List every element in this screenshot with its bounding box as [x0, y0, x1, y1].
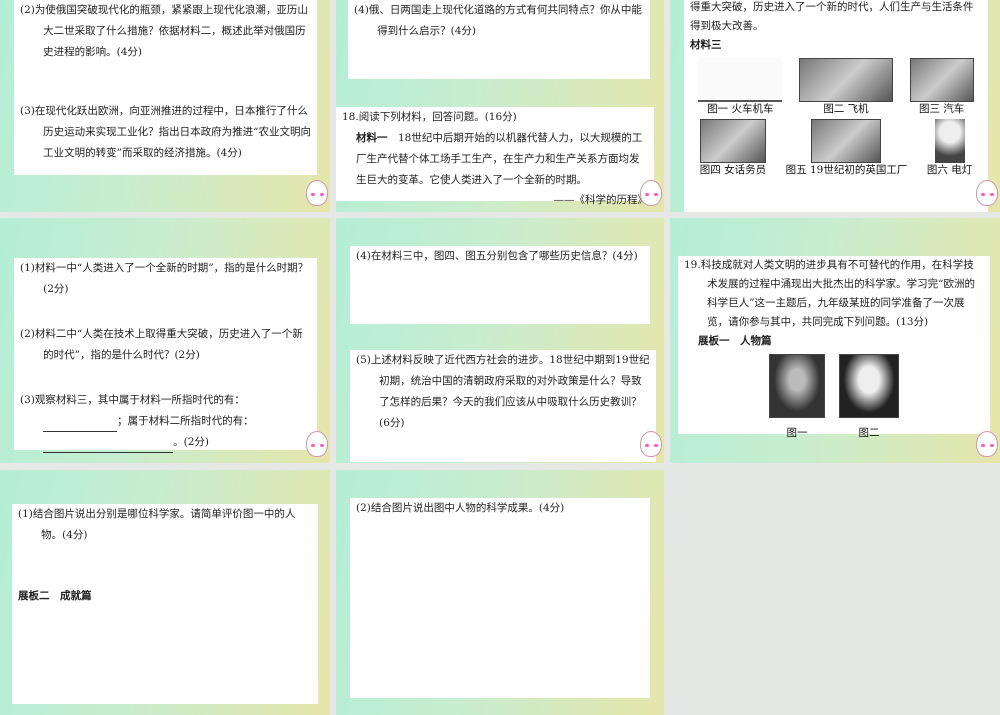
slide-thumbnail-7[interactable]: (1)结合图片说出分别是哪位科学家。请简单评价图一中的人物。(4分) 展板二 成…: [0, 470, 330, 715]
portrait-darwin-image: [839, 354, 899, 418]
material-3-label: 材料三: [690, 39, 722, 51]
slide-thumbnail-3[interactable]: 得重大突破，历史进入了一个新的时代，人们生产与生活条件得到极大改善。 材料三 图…: [670, 0, 1000, 212]
figure-caption: 图二: [858, 427, 880, 439]
question-3-part-b: ；属于材料二所指时代的有：: [117, 415, 254, 427]
airplane-image: [798, 58, 893, 102]
material-box: 得重大突破，历史进入了一个新的时代，人们生产与生活条件得到极大改善。 材料三 图…: [684, 0, 988, 212]
question-2: (2)结合图片说出图中人物的科学成果。(4分): [356, 502, 565, 514]
answer-blank[interactable]: [43, 441, 174, 453]
factory-image: [811, 119, 882, 163]
slide-thumbnail-8[interactable]: (2)结合图片说出图中人物的科学成果。(4分): [336, 470, 664, 715]
question-box: (4)俄、日两国走上现代化道路的方式有何共同特点？你从中能得到什么启示？(4分): [348, 0, 650, 79]
material-1-text: 18世纪中后期开始的以机器代替人力，以大规模的工厂生产代替个体工场手工生产，在生…: [356, 132, 643, 186]
question-box: (1)结合图片说出分别是哪位科学家。请简单评价图一中的人物。(4分) 展板二 成…: [12, 504, 318, 704]
question-box: (5)上述材料反映了近代西方社会的进步。18世纪中期到19世纪初期，统治中国的清…: [350, 350, 656, 462]
material-source: ——《科学的历程》: [553, 194, 649, 206]
slide-thumbnail-4[interactable]: (1)材料一中“人类进入了一个全新的时期”，指的是什么时期？(2分) (2)材料…: [0, 218, 330, 463]
portrait-newton-image: [769, 354, 825, 418]
figure-caption: 图五 19世纪初的英国工厂: [785, 164, 908, 176]
figure-caption: 图一 火车机车: [707, 103, 774, 115]
switchboard-operators-image: [699, 119, 766, 163]
question-box: (4)在材料三中，图四、图五分别包含了哪些历史信息？(4分): [350, 246, 650, 324]
slide-thumbnail-2[interactable]: (4)俄、日两国走上现代化道路的方式有何共同特点？你从中能得到什么启示？(4分)…: [336, 0, 664, 212]
question-1: (1)结合图片说出分别是哪位科学家。请简单评价图一中的人物。(4分): [18, 508, 296, 541]
question-box: (2)结合图片说出图中人物的科学成果。(4分): [350, 498, 650, 698]
question-19: 19.科技成就对人类文明的进步具有不可替代的作用，在科学技术发展的过程中涌现出大…: [684, 259, 975, 328]
board-1-heading: 展板一 人物篇: [698, 335, 772, 347]
question-5: (5)上述材料反映了近代西方社会的进步。18世纪中期到19世纪初期，统治中国的清…: [356, 354, 650, 429]
question-3: (3)在现代化跃出欧洲，向亚洲推进的过程中，日本推行了什么历史运动来实现工业化？…: [20, 105, 311, 159]
slide-thumbnail-1[interactable]: (2)为使俄国突破现代化的瓶颈，紧紧跟上现代化浪潮，亚历山大二世采取了什么措施？…: [0, 0, 330, 212]
light-bulb-image: [934, 119, 965, 163]
question-1: (1)材料一中“人类进入了一个全新的时期”，指的是什么时期？(2分): [20, 262, 309, 295]
figure-caption: 图一: [786, 427, 808, 439]
board-2-heading: 展板二 成就篇: [18, 590, 92, 602]
rabbit-mascot-icon: [306, 431, 328, 457]
rabbit-mascot-icon: [976, 431, 998, 457]
material-box: 18.阅读下列材料，回答问题。(16分) 材料一 18世纪中后期开始的以机器代替…: [336, 107, 654, 206]
rabbit-mascot-icon: [306, 180, 328, 206]
locomotive-image: [698, 58, 783, 102]
slide-thumbnail-6[interactable]: 19.科技成就对人类文明的进步具有不可替代的作用，在科学技术发展的过程中涌现出大…: [670, 218, 1000, 463]
rabbit-mascot-icon: [976, 180, 998, 206]
figure-caption: 图三 汽车: [918, 103, 965, 115]
question-2: (2)材料二中“人类在技术上取得重大突破，历史进入了一个新的时代”，指的是什么时…: [20, 328, 303, 361]
question-box: 19.科技成就对人类文明的进步具有不可替代的作用，在科学技术发展的过程中涌现出大…: [678, 256, 990, 439]
question-3: (3)观察材料三，其中属于材料一所指时代的有： ；属于材料二所指时代的有： 。(2分…: [20, 390, 311, 453]
question-18: 18.阅读下列材料，回答问题。(16分): [342, 111, 517, 123]
question-box: (1)材料一中“人类进入了一个全新的时期”，指的是什么时期？(2分) (2)材料…: [14, 258, 317, 453]
rabbit-mascot-icon: [640, 431, 662, 457]
automobile-image: [909, 58, 974, 102]
question-4: (4)在材料三中，图四、图五分别包含了哪些历史信息？(4分): [356, 250, 638, 262]
question-3-part-c: 。(2分): [173, 436, 209, 448]
slide-thumbnail-5[interactable]: (4)在材料三中，图四、图五分别包含了哪些历史信息？(4分) (5)上述材料反映…: [336, 218, 664, 463]
figure-caption: 图二 飞机: [823, 103, 869, 115]
material-2-text: 得重大突破，历史进入了一个新的时代，人们生产与生活条件得到极大改善。: [690, 1, 974, 32]
figure-caption: 图六 电灯: [926, 164, 973, 176]
question-3-part-a: (3)观察材料三，其中属于材料一所指时代的有：: [20, 394, 245, 406]
question-box: (2)为使俄国突破现代化的瓶颈，紧紧跟上现代化浪潮，亚历山大二世采取了什么措施？…: [14, 0, 317, 175]
question-2: (2)为使俄国突破现代化的瓶颈，紧紧跟上现代化浪潮，亚历山大二世采取了什么措施？…: [20, 4, 308, 58]
figure-caption: 图四 女话务员: [699, 164, 767, 176]
question-4: (4)俄、日两国走上现代化道路的方式有何共同特点？你从中能得到什么启示？(4分): [354, 4, 642, 37]
material-1-label: 材料一: [356, 132, 388, 144]
answer-blank[interactable]: [43, 420, 118, 432]
rabbit-mascot-icon: [640, 180, 662, 206]
